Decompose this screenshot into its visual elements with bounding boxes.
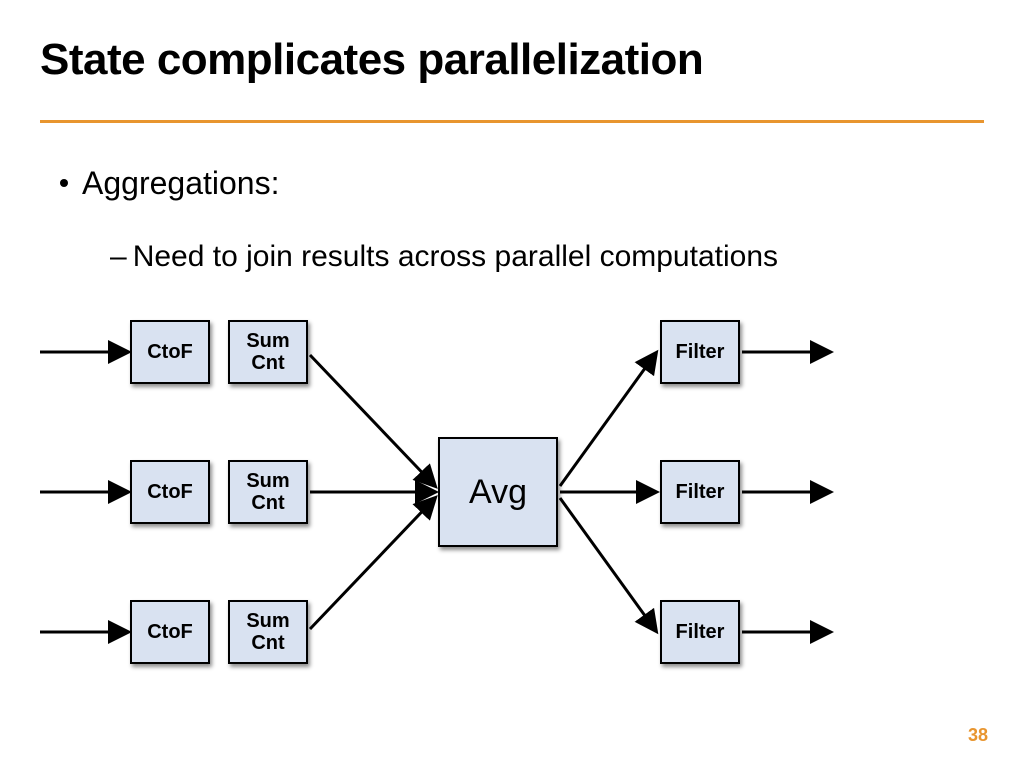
node-sumcnt-1: Sum Cnt [228,460,308,524]
bullet-level1: Aggregations: [60,165,279,202]
node-ctof-0: CtoF [130,320,210,384]
bullet-dash-icon: – [110,240,127,274]
node-sumcnt-2: Sum Cnt [228,600,308,664]
node-filter-2: Filter [660,600,740,664]
node-ctof-1: CtoF [130,460,210,524]
bullet-level2: – Need to join results across parallel c… [110,240,778,274]
diagram: CtoF Sum Cnt Filter CtoF Sum Cnt Filter … [40,300,984,700]
node-sumcnt-0: Sum Cnt [228,320,308,384]
bullet-text-1: Aggregations: [82,165,279,202]
node-ctof-2: CtoF [130,600,210,664]
page-number: 38 [968,725,988,746]
title-rule [40,120,984,123]
slide-title: State complicates parallelization [40,35,703,85]
bullet-text-2: Need to join results across parallel com… [133,240,778,274]
slide: State complicates parallelization Aggreg… [0,0,1024,768]
node-filter-1: Filter [660,460,740,524]
node-avg: Avg [438,437,558,547]
bullet-dot-icon [60,179,68,187]
node-filter-0: Filter [660,320,740,384]
